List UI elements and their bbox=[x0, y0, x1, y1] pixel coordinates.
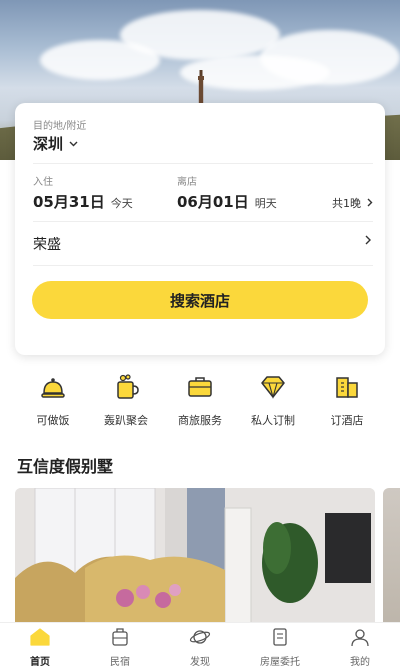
destination-value: 深圳 bbox=[33, 135, 64, 153]
destination-label: 目的地/附近 bbox=[33, 121, 87, 132]
bottom-tab-bar: 首页 民宿 发现 房屋委托 我的 bbox=[0, 622, 400, 666]
checkin-day: 今天 bbox=[110, 197, 133, 210]
document-icon bbox=[273, 628, 287, 646]
tab-property-entrust[interactable]: 房屋委托 bbox=[240, 627, 320, 666]
tab-label: 民宿 bbox=[110, 657, 130, 666]
building-icon bbox=[336, 377, 358, 398]
service-cooking[interactable]: 可做饭 bbox=[17, 372, 89, 428]
briefcase-icon bbox=[188, 377, 212, 397]
tab-label: 房屋委托 bbox=[260, 657, 300, 666]
cloche-icon bbox=[41, 378, 65, 398]
checkin-label: 入住 bbox=[33, 177, 53, 188]
service-label: 可做饭 bbox=[36, 414, 70, 427]
luggage-icon bbox=[112, 628, 128, 646]
tab-label: 发现 bbox=[190, 657, 210, 666]
checkin-date: 05月31日 bbox=[33, 193, 105, 211]
checkout-date: 06月01日 bbox=[177, 193, 249, 211]
keyword-field[interactable]: 荣盛 bbox=[33, 234, 61, 254]
service-book-hotel[interactable]: 订酒店 bbox=[311, 372, 383, 428]
diamond-icon bbox=[261, 376, 285, 400]
checkout-date-picker[interactable]: 06月01日 明天 bbox=[177, 191, 277, 212]
section-title: 互信度假别墅 bbox=[17, 457, 114, 476]
planet-icon bbox=[189, 630, 211, 644]
chevron-right-icon[interactable] bbox=[365, 234, 371, 249]
service-label: 商旅服务 bbox=[178, 414, 222, 427]
divider bbox=[33, 265, 373, 266]
villa-photo[interactable] bbox=[15, 488, 375, 628]
service-label: 订酒店 bbox=[330, 414, 364, 427]
service-party[interactable]: 轰趴聚会 bbox=[90, 372, 162, 428]
service-business-travel[interactable]: 商旅服务 bbox=[164, 372, 236, 428]
checkout-day: 明天 bbox=[254, 197, 277, 210]
tab-label: 首页 bbox=[30, 657, 50, 666]
divider bbox=[33, 163, 373, 164]
destination-selector[interactable]: 深圳 bbox=[33, 133, 78, 154]
quick-services-row: 可做饭 轰趴聚会 商旅服务 私人订制 订酒店 bbox=[0, 372, 400, 432]
nights-count[interactable]: 共1晚 bbox=[332, 195, 373, 211]
tab-label: 我的 bbox=[350, 657, 370, 666]
service-label: 私人订制 bbox=[251, 414, 295, 427]
divider bbox=[33, 221, 373, 222]
villa-interior-image bbox=[15, 488, 375, 628]
tab-home[interactable]: 首页 bbox=[0, 627, 80, 666]
chevron-right-icon bbox=[367, 197, 373, 210]
tab-profile[interactable]: 我的 bbox=[320, 627, 400, 666]
user-icon bbox=[351, 629, 369, 647]
nights-label: 共1晚 bbox=[332, 197, 361, 210]
party-cup-icon bbox=[117, 374, 139, 399]
next-villa-photo[interactable] bbox=[383, 488, 400, 628]
checkin-date-picker[interactable]: 05月31日 今天 bbox=[33, 191, 133, 212]
hotel-search-card: 目的地/附近 深圳 入住 05月31日 今天 离店 06月01日 明天 共1晚 … bbox=[15, 103, 385, 355]
tab-homestay[interactable]: 民宿 bbox=[80, 627, 160, 666]
tab-discover[interactable]: 发现 bbox=[160, 627, 240, 666]
service-label: 轰趴聚会 bbox=[104, 414, 148, 427]
search-hotel-button[interactable]: 搜索酒店 bbox=[32, 281, 368, 319]
service-custom[interactable]: 私人订制 bbox=[237, 372, 309, 428]
home-icon bbox=[30, 628, 50, 646]
checkout-label: 离店 bbox=[177, 177, 197, 188]
chevron-down-icon bbox=[69, 137, 78, 150]
